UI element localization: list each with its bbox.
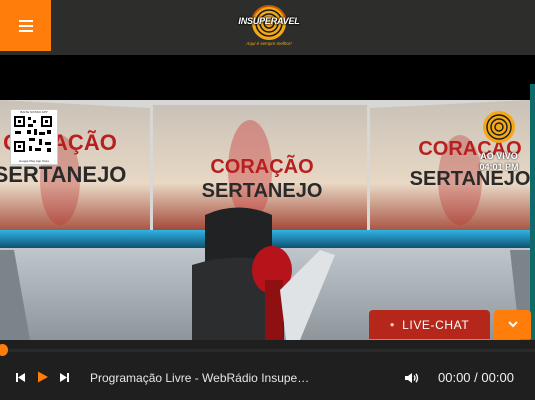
time-separator: / bbox=[470, 370, 482, 385]
live-badge: AO VIVO 04:01 PM bbox=[474, 108, 524, 178]
live-chat-label: LIVE-CHAT bbox=[402, 317, 470, 332]
progress-track[interactable] bbox=[0, 349, 535, 352]
video-player[interactable]: CORAÇÃO SERTANEJO CORAÇÃO SERTANEJO CORA… bbox=[0, 55, 535, 340]
app-qr-code[interactable]: BAIXE NOSSO APP Google Play App Store bbox=[10, 109, 58, 165]
studio-scene: CORAÇÃO SERTANEJO CORAÇÃO SERTANEJO CORA… bbox=[0, 100, 535, 340]
current-time: 00:00 bbox=[438, 370, 471, 385]
qr-stores: Google Play App Store bbox=[18, 159, 50, 163]
next-button[interactable] bbox=[59, 370, 70, 388]
top-bar: INSUPERAVEL Aqui é sempre melhor! bbox=[0, 0, 535, 55]
screen-text-line1: CORAÇÃO bbox=[210, 155, 313, 178]
right-edge-bar bbox=[530, 84, 535, 340]
live-status: AO VIVO bbox=[480, 151, 518, 161]
audio-player-bar: Programação Livre - WebRádio Insuperável… bbox=[0, 340, 535, 400]
hamburger-icon bbox=[18, 19, 33, 32]
live-chat-toggle-button[interactable] bbox=[494, 310, 531, 339]
previous-button[interactable] bbox=[15, 370, 26, 388]
screen-text-line2: SERTANEJO bbox=[202, 180, 323, 202]
logo-tagline: Aqui é sempre melhor! bbox=[246, 41, 292, 46]
volume-button[interactable] bbox=[405, 371, 420, 389]
live-logo-icon bbox=[483, 111, 515, 143]
dot-icon: ● bbox=[389, 320, 396, 329]
live-time: 04:01 PM bbox=[479, 162, 519, 172]
skip-next-icon bbox=[60, 373, 69, 382]
qr-code-icon bbox=[11, 114, 55, 154]
duration: 00:00 bbox=[481, 370, 514, 385]
screen-text-left-line2: SERTANEJO bbox=[0, 162, 126, 187]
time-readout: 00:00 / 00:00 bbox=[438, 370, 514, 385]
play-icon bbox=[38, 371, 48, 383]
skip-previous-icon bbox=[16, 373, 25, 382]
menu-button[interactable] bbox=[0, 0, 51, 51]
play-button[interactable] bbox=[37, 370, 49, 388]
progress-handle[interactable] bbox=[0, 344, 8, 356]
logo-brand-text: INSUPERAVEL bbox=[238, 16, 300, 26]
now-playing-title: Programação Livre - WebRádio Insuperável bbox=[90, 371, 310, 385]
volume-icon bbox=[405, 373, 419, 383]
station-logo[interactable]: INSUPERAVEL Aqui é sempre melhor! bbox=[238, 4, 300, 52]
live-chat-button[interactable]: ● LIVE-CHAT bbox=[369, 310, 490, 339]
chevron-down-icon bbox=[507, 321, 518, 328]
